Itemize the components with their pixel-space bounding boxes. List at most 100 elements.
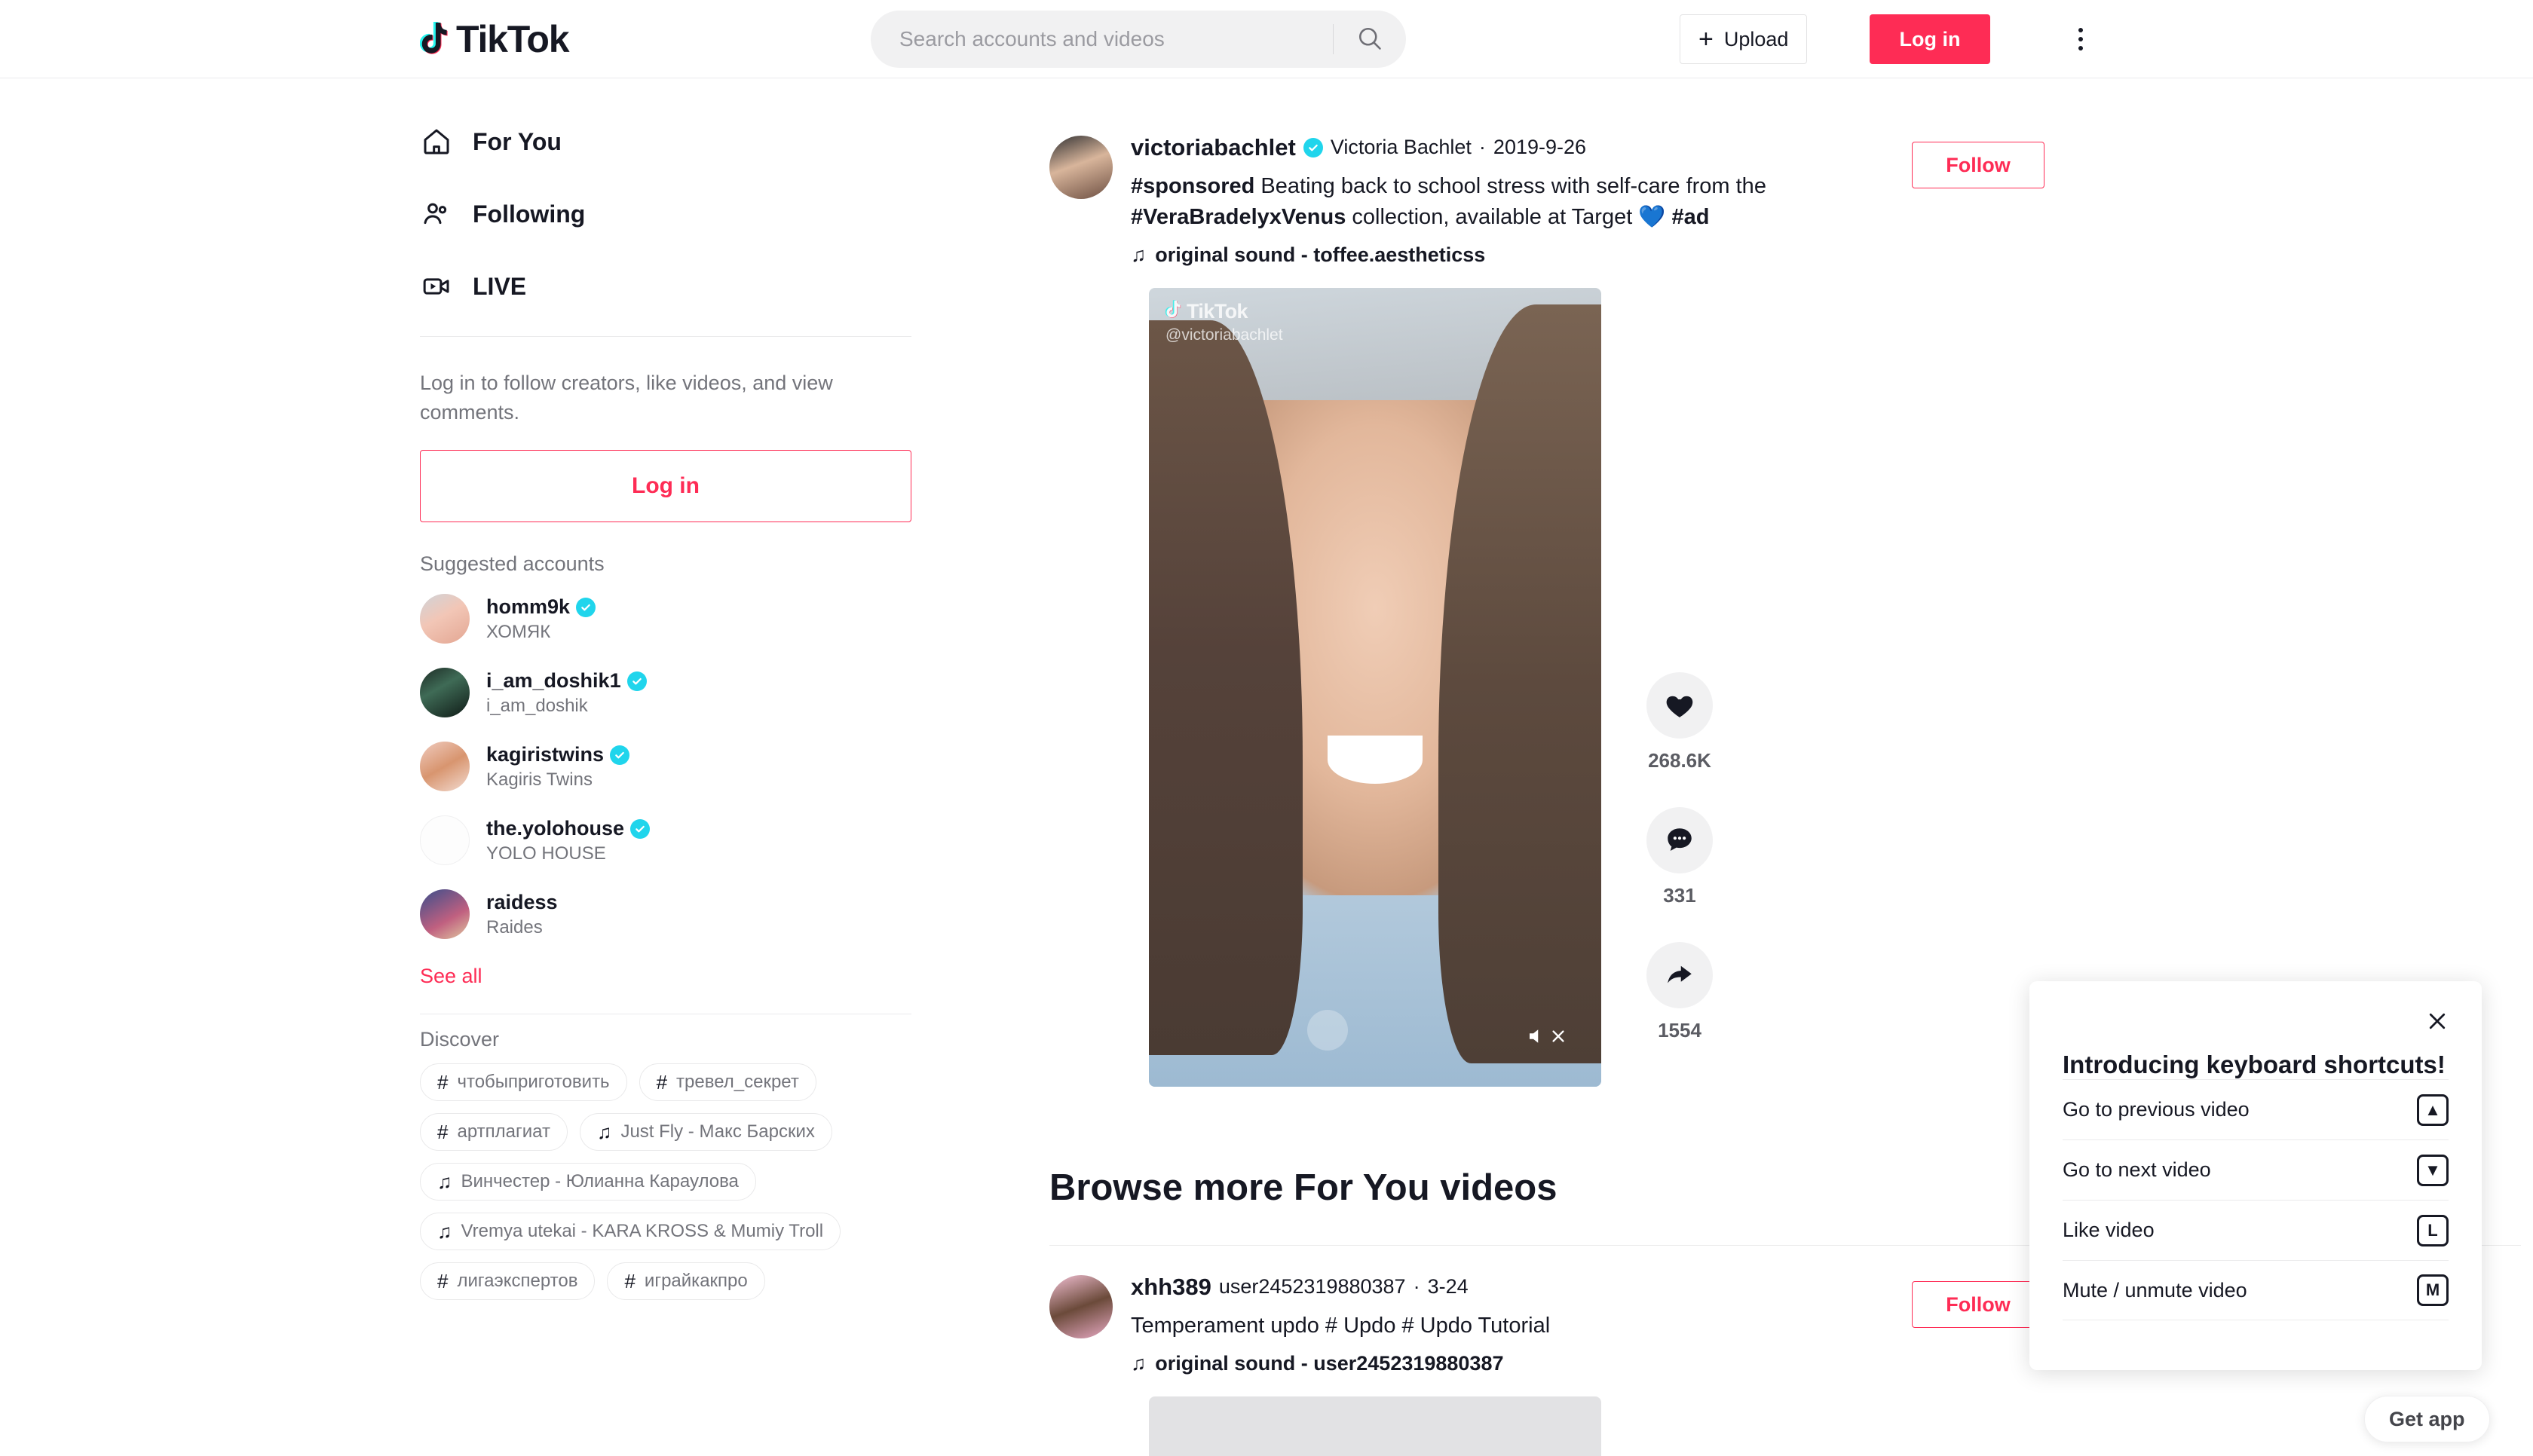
hash-icon: # bbox=[437, 1070, 449, 1094]
tiktok-logo-text: TikTok bbox=[456, 17, 570, 60]
video-player[interactable] bbox=[1149, 1396, 1601, 1456]
discover-title: Discover bbox=[420, 1028, 500, 1051]
suggested-accounts-title: Suggested accounts bbox=[420, 552, 605, 576]
arrow-down-key-icon: ▼ bbox=[2417, 1154, 2449, 1186]
post-author-display-name: user2452319880387 bbox=[1218, 1275, 1406, 1298]
discover-hashtag-chip[interactable]: # артплагиат bbox=[420, 1113, 568, 1152]
upload-button[interactable]: + Upload bbox=[1680, 14, 1808, 64]
mute-toggle-icon[interactable] bbox=[1526, 1025, 1567, 1048]
music-note-icon: ♫ bbox=[437, 1219, 452, 1243]
suggested-account-row[interactable]: the.yolohouse YOLO HOUSE bbox=[420, 803, 911, 877]
see-all-link[interactable]: See all bbox=[420, 965, 482, 988]
sidebar-item-following[interactable]: Following bbox=[420, 178, 911, 250]
sidebar-label-live: LIVE bbox=[473, 272, 527, 300]
search-input[interactable] bbox=[871, 27, 1333, 51]
watermark-label: TikTok bbox=[1187, 300, 1248, 323]
account-username: kagiristwins bbox=[486, 742, 630, 768]
search-button[interactable] bbox=[1334, 11, 1406, 68]
hash-icon: # bbox=[437, 1120, 449, 1143]
account-display-name: YOLO HOUSE bbox=[486, 843, 606, 864]
post-caption: #sponsored Beating back to school stress… bbox=[1131, 171, 1824, 233]
discover-hashtag-chip[interactable]: # чтобыприготовить bbox=[420, 1063, 627, 1102]
account-username: i_am_doshik1 bbox=[486, 668, 647, 694]
sidebar-login-button[interactable]: Log in bbox=[420, 450, 911, 523]
shortcut-label: Go to previous video bbox=[2063, 1098, 2250, 1121]
arrow-up-key-icon: ▲ bbox=[2417, 1094, 2449, 1126]
tiktok-note-icon bbox=[419, 21, 450, 57]
close-icon[interactable] bbox=[2420, 1004, 2455, 1038]
video-player[interactable]: TikTok @victoriabachlet bbox=[1149, 288, 1601, 1087]
meta-separator: · bbox=[1413, 1275, 1420, 1298]
comment-bubble-icon[interactable] bbox=[1646, 807, 1713, 874]
avatar bbox=[420, 668, 470, 718]
music-note-icon: ♫ bbox=[1131, 1352, 1147, 1375]
like-action[interactable]: 268.6K bbox=[1646, 672, 1713, 772]
caption-text: collection, available at Target 💙 bbox=[1346, 205, 1672, 230]
suggested-account-row[interactable]: raidess Raides bbox=[420, 877, 911, 951]
post-author-username[interactable]: victoriabachlet bbox=[1131, 136, 1296, 159]
l-key-icon: L bbox=[2417, 1214, 2449, 1246]
tiktok-logo[interactable]: TikTok bbox=[419, 17, 570, 60]
discover-hashtag-chip[interactable]: # играйкакпро bbox=[607, 1262, 765, 1301]
account-display-name: ХОМЯК bbox=[486, 621, 551, 642]
discover-music-chip[interactable]: ♫ Винчестер - Юлианна Караулова bbox=[420, 1163, 756, 1201]
caption-hashtag[interactable]: #VeraBradelyxVenus bbox=[1131, 205, 1346, 229]
watermark-handle: @victoriabachlet bbox=[1165, 326, 1283, 344]
keyboard-shortcuts-popup: Introducing keyboard shortcuts! Go to pr… bbox=[2029, 981, 2482, 1370]
popup-title: Introducing keyboard shortcuts! bbox=[2063, 1051, 2446, 1078]
search-bar[interactable] bbox=[871, 11, 1406, 68]
top-header: TikTok + Upload Log in bbox=[0, 0, 2533, 78]
get-app-button[interactable]: Get app bbox=[2364, 1396, 2490, 1442]
discover-hashtag-chip[interactable]: # лигаэкспертов bbox=[420, 1262, 596, 1301]
music-note-icon: ♫ bbox=[437, 1170, 452, 1193]
avatar bbox=[420, 815, 470, 866]
meta-separator: · bbox=[1478, 136, 1486, 158]
shortcut-row-previous-video: Go to previous video ▲ bbox=[2063, 1079, 2449, 1139]
hash-icon: # bbox=[624, 1269, 636, 1292]
suggested-account-row[interactable]: homm9k ХОМЯК bbox=[420, 582, 911, 656]
header-login-button[interactable]: Log in bbox=[1870, 14, 1990, 64]
shortcut-row-like-video: Like video L bbox=[2063, 1200, 2449, 1260]
video-action-bar: 268.6K 331 1554 bbox=[1646, 672, 1713, 1042]
discover-music-chip[interactable]: ♫ Just Fly - Макс Барских bbox=[579, 1113, 832, 1152]
play-progress-thumb[interactable] bbox=[1307, 1010, 1348, 1051]
sidebar-item-live[interactable]: LIVE bbox=[420, 250, 911, 323]
post-author-username[interactable]: xhh389 bbox=[1131, 1275, 1211, 1298]
sidebar-label-for-you: For You bbox=[473, 127, 562, 155]
discover-music-chip[interactable]: ♫ Vremya utekai - KARA KROSS & Mumiy Tro… bbox=[420, 1213, 841, 1251]
account-display-name: i_am_doshik bbox=[486, 695, 588, 716]
sound-label: original sound - toffee.aestheticss bbox=[1155, 243, 1486, 267]
heart-icon[interactable] bbox=[1646, 672, 1713, 739]
share-count: 1554 bbox=[1658, 1019, 1701, 1042]
post-sound[interactable]: ♫ original sound - toffee.aestheticss bbox=[1131, 243, 1824, 267]
comment-action[interactable]: 331 bbox=[1646, 807, 1713, 907]
chip-label: артплагиат bbox=[457, 1121, 550, 1142]
chip-label: чтобыприготовить bbox=[457, 1072, 610, 1093]
verified-badge-icon bbox=[626, 671, 647, 691]
suggested-account-row[interactable]: i_am_doshik1 i_am_doshik bbox=[420, 656, 911, 730]
caption-hashtag[interactable]: #ad bbox=[1672, 205, 1710, 229]
follow-button[interactable]: Follow bbox=[1912, 142, 2044, 188]
shortcut-label: Like video bbox=[2063, 1219, 2155, 1241]
avatar bbox=[420, 889, 470, 940]
verified-badge-icon bbox=[576, 597, 596, 617]
caption-hashtag[interactable]: #sponsored bbox=[1131, 174, 1254, 198]
follow-button[interactable]: Follow bbox=[1912, 1281, 2044, 1328]
post-author-display-name: Victoria Bachlet bbox=[1330, 136, 1472, 158]
post-date: 2019-9-26 bbox=[1493, 136, 1587, 158]
share-action[interactable]: 1554 bbox=[1646, 942, 1713, 1042]
account-username: raidess bbox=[486, 890, 558, 913]
sidebar-item-for-you[interactable]: For You bbox=[420, 106, 911, 178]
avatar[interactable] bbox=[1049, 136, 1113, 199]
like-count: 268.6K bbox=[1648, 749, 1711, 772]
share-arrow-icon[interactable] bbox=[1646, 942, 1713, 1009]
post-sound[interactable]: ♫ original sound - user2452319880387 bbox=[1131, 1352, 1550, 1375]
post-header: victoriabachlet Victoria Bachlet · 2019-… bbox=[1049, 136, 2044, 267]
more-options-button[interactable] bbox=[2058, 17, 2103, 62]
account-display-name: Kagiris Twins bbox=[486, 769, 593, 790]
post-header: xhh389 user2452319880387 · 3-24 Temperam… bbox=[1049, 1275, 2044, 1375]
discover-hashtag-chip[interactable]: # тревел_секрет bbox=[639, 1063, 816, 1102]
verified-badge-icon bbox=[630, 818, 651, 839]
suggested-account-row[interactable]: kagiristwins Kagiris Twins bbox=[420, 730, 911, 803]
avatar[interactable] bbox=[1049, 1275, 1113, 1338]
